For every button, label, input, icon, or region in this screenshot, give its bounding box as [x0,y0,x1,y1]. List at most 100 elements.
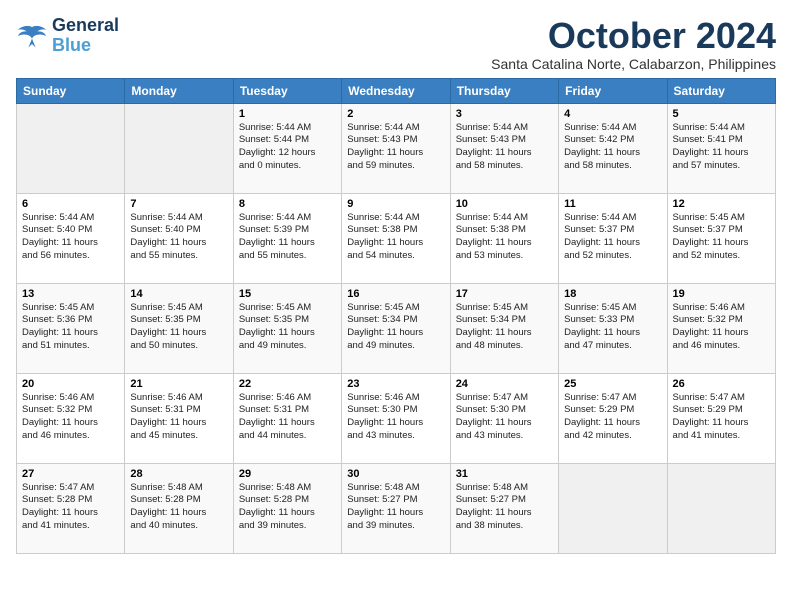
calendar-cell: 17Sunrise: 5:45 AM Sunset: 5:34 PM Dayli… [450,283,558,373]
day-content: Sunrise: 5:48 AM Sunset: 5:27 PM Dayligh… [347,482,444,533]
calendar-cell: 8Sunrise: 5:44 AM Sunset: 5:39 PM Daylig… [233,193,341,283]
calendar-cell: 11 Sunrise: 5:44 AM Sunset: 5:37 PM Dayli… [559,193,667,283]
calendar-cell: 9 Sunrise: 5:44 AM Sunset: 5:38 PM Daylig… [342,193,450,283]
day-number: 16 [347,288,444,300]
day-content: Sunrise: 5:44 AM Sunset: 5:44 PM Dayligh… [239,122,336,173]
calendar-cell: 4Sunrise: 5:44 AM Sunset: 5:42 PM Daylig… [559,103,667,193]
day-content: Sunrise: 5:46 AM Sunset: 5:32 PM Dayligh… [673,302,770,353]
day-content: Sunrise: 5:47 AM Sunset: 5:28 PM Dayligh… [22,482,119,533]
calendar-cell: 26 Sunrise: 5:47 AM Sunset: 5:29 PM Dayli… [667,373,775,463]
day-number: 5 [673,108,770,120]
day-content: Sunrise: 5:46 AM Sunset: 5:31 PM Dayligh… [130,392,227,443]
day-content: Sunrise: 5:48 AM Sunset: 5:28 PM Dayligh… [239,482,336,533]
week-row-5: 27 Sunrise: 5:47 AM Sunset: 5:28 PM Dayli… [17,463,776,553]
day-number: 12 [673,198,770,210]
day-number: 28 [130,468,227,480]
day-content: Sunrise: 5:47 AM Sunset: 5:29 PM Dayligh… [564,392,661,443]
day-number: 19 [673,288,770,300]
day-number: 14 [130,288,227,300]
calendar-cell: 31Sunrise: 5:48 AM Sunset: 5:27 PM Dayli… [450,463,558,553]
week-row-3: 13Sunrise: 5:45 AM Sunset: 5:36 PM Dayli… [17,283,776,373]
day-number: 23 [347,378,444,390]
calendar-cell: 24 Sunrise: 5:47 AM Sunset: 5:30 PM Dayli… [450,373,558,463]
day-number: 26 [673,378,770,390]
calendar-header: SundayMondayTuesdayWednesdayThursdayFrid… [17,78,776,103]
day-content: Sunrise: 5:46 AM Sunset: 5:32 PM Dayligh… [22,392,119,443]
calendar-cell: 23Sunrise: 5:46 AM Sunset: 5:30 PM Dayli… [342,373,450,463]
week-row-4: 20 Sunrise: 5:46 AM Sunset: 5:32 PM Dayli… [17,373,776,463]
calendar-cell [667,463,775,553]
day-number: 27 [22,468,119,480]
day-content: Sunrise: 5:45 AM Sunset: 5:37 PM Dayligh… [673,212,770,263]
logo: General Blue [16,16,119,56]
day-number: 20 [22,378,119,390]
day-content: Sunrise: 5:46 AM Sunset: 5:31 PM Dayligh… [239,392,336,443]
calendar-cell: 18Sunrise: 5:45 AM Sunset: 5:33 PM Dayli… [559,283,667,373]
day-content: Sunrise: 5:44 AM Sunset: 5:43 PM Dayligh… [456,122,553,173]
day-number: 1 [239,108,336,120]
calendar-cell: 20 Sunrise: 5:46 AM Sunset: 5:32 PM Dayli… [17,373,125,463]
day-content: Sunrise: 5:44 AM Sunset: 5:37 PM Dayligh… [564,212,661,263]
calendar-cell: 19 Sunrise: 5:46 AM Sunset: 5:32 PM Dayli… [667,283,775,373]
calendar-cell: 2Sunrise: 5:44 AM Sunset: 5:43 PM Daylig… [342,103,450,193]
day-content: Sunrise: 5:47 AM Sunset: 5:29 PM Dayligh… [673,392,770,443]
day-number: 30 [347,468,444,480]
day-content: Sunrise: 5:44 AM Sunset: 5:38 PM Dayligh… [347,212,444,263]
week-row-2: 6 Sunrise: 5:44 AM Sunset: 5:40 PM Daylig… [17,193,776,283]
calendar-body: 1 Sunrise: 5:44 AM Sunset: 5:44 PM Daylig… [17,103,776,553]
header-tuesday: Tuesday [233,78,341,103]
day-content: Sunrise: 5:47 AM Sunset: 5:30 PM Dayligh… [456,392,553,443]
day-content: Sunrise: 5:44 AM Sunset: 5:39 PM Dayligh… [239,212,336,263]
day-number: 11 [564,198,661,210]
day-number: 13 [22,288,119,300]
logo-text: General Blue [52,16,119,56]
day-number: 7 [130,198,227,210]
calendar-cell: 13Sunrise: 5:45 AM Sunset: 5:36 PM Dayli… [17,283,125,373]
header-wednesday: Wednesday [342,78,450,103]
logo-icon [16,22,48,50]
calendar-cell: 25 Sunrise: 5:47 AM Sunset: 5:29 PM Dayli… [559,373,667,463]
day-number: 18 [564,288,661,300]
day-content: Sunrise: 5:44 AM Sunset: 5:38 PM Dayligh… [456,212,553,263]
day-number: 9 [347,198,444,210]
page-header: General Blue October 2024 Santa Catalina… [16,16,776,72]
day-number: 24 [456,378,553,390]
day-content: Sunrise: 5:45 AM Sunset: 5:35 PM Dayligh… [239,302,336,353]
calendar-cell [17,103,125,193]
calendar-cell: 7 Sunrise: 5:44 AM Sunset: 5:40 PM Daylig… [125,193,233,283]
calendar-cell: 14Sunrise: 5:45 AM Sunset: 5:35 PM Dayli… [125,283,233,373]
day-content: Sunrise: 5:44 AM Sunset: 5:43 PM Dayligh… [347,122,444,173]
day-number: 29 [239,468,336,480]
calendar-cell: 29 Sunrise: 5:48 AM Sunset: 5:28 PM Dayli… [233,463,341,553]
day-number: 6 [22,198,119,210]
day-number: 25 [564,378,661,390]
day-content: Sunrise: 5:48 AM Sunset: 5:28 PM Dayligh… [130,482,227,533]
calendar-cell [559,463,667,553]
calendar-cell: 21Sunrise: 5:46 AM Sunset: 5:31 PM Dayli… [125,373,233,463]
location-subtitle: Santa Catalina Norte, Calabarzon, Philip… [491,56,776,72]
day-content: Sunrise: 5:44 AM Sunset: 5:40 PM Dayligh… [130,212,227,263]
day-number: 31 [456,468,553,480]
day-number: 22 [239,378,336,390]
header-row: SundayMondayTuesdayWednesdayThursdayFrid… [17,78,776,103]
day-content: Sunrise: 5:45 AM Sunset: 5:34 PM Dayligh… [456,302,553,353]
header-friday: Friday [559,78,667,103]
calendar-table: SundayMondayTuesdayWednesdayThursdayFrid… [16,78,776,554]
calendar-cell: 22 Sunrise: 5:46 AM Sunset: 5:31 PM Dayli… [233,373,341,463]
day-content: Sunrise: 5:44 AM Sunset: 5:41 PM Dayligh… [673,122,770,173]
header-saturday: Saturday [667,78,775,103]
calendar-cell: 30 Sunrise: 5:48 AM Sunset: 5:27 PM Dayli… [342,463,450,553]
calendar-cell: 16 Sunrise: 5:45 AM Sunset: 5:34 PM Dayli… [342,283,450,373]
day-content: Sunrise: 5:44 AM Sunset: 5:42 PM Dayligh… [564,122,661,173]
day-content: Sunrise: 5:45 AM Sunset: 5:34 PM Dayligh… [347,302,444,353]
calendar-cell: 12 Sunrise: 5:45 AM Sunset: 5:37 PM Dayli… [667,193,775,283]
calendar-cell: 1 Sunrise: 5:44 AM Sunset: 5:44 PM Daylig… [233,103,341,193]
header-thursday: Thursday [450,78,558,103]
month-title: October 2024 [491,16,776,56]
calendar-cell: 28 Sunrise: 5:48 AM Sunset: 5:28 PM Dayli… [125,463,233,553]
title-block: October 2024 Santa Catalina Norte, Calab… [491,16,776,72]
header-monday: Monday [125,78,233,103]
day-content: Sunrise: 5:44 AM Sunset: 5:40 PM Dayligh… [22,212,119,263]
day-number: 10 [456,198,553,210]
day-number: 3 [456,108,553,120]
